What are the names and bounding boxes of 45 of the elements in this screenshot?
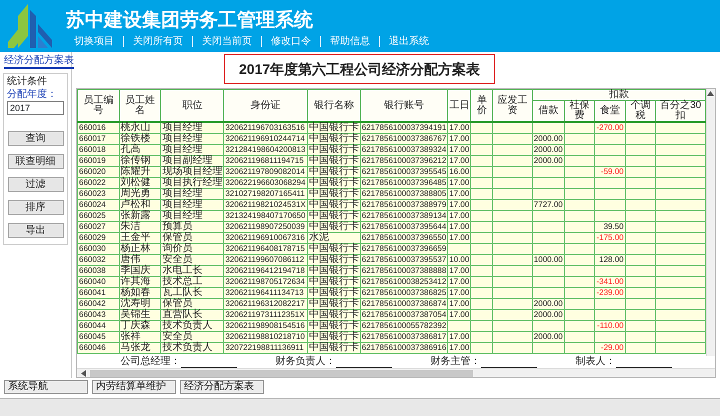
signature-label: 财务主管：	[430, 356, 480, 368]
filter-group-title: 统计条件	[7, 76, 48, 87]
column-header: 银行名称	[307, 90, 360, 122]
filter-button[interactable]: 过滤	[8, 177, 64, 192]
year-label: 分配年度：	[7, 89, 58, 101]
signature-label: 公司总经理：	[120, 356, 180, 368]
column-header: 社保费	[564, 100, 595, 122]
year-input-field[interactable]: 2017	[7, 101, 64, 115]
column-header: 个调税	[625, 100, 656, 122]
window-tab[interactable]: 系统导航	[4, 380, 88, 394]
table-cell: 660046	[78, 342, 119, 354]
filter-button[interactable]: 查询	[8, 131, 64, 146]
table-cell: 马张龙	[119, 342, 161, 354]
signature-label: 制表人：	[576, 356, 616, 368]
table-cell: 17.00	[448, 342, 471, 354]
window-tab[interactable]: 内劳结算单维护	[92, 380, 176, 394]
report-title: 2017年度第六工程公司经济分配方案表	[224, 54, 496, 84]
scroll-up-icon[interactable]	[707, 91, 714, 96]
column-group-header: 扣款	[532, 90, 706, 100]
column-header: 员工编号	[78, 90, 119, 122]
scroll-left-icon[interactable]	[81, 370, 86, 376]
column-header: 职位	[160, 90, 224, 122]
column-header: 身份证	[224, 90, 308, 122]
column-header: 银行账号	[360, 90, 448, 122]
column-header: 应发工资	[492, 90, 532, 122]
table-cell: 320722198811136911	[224, 342, 308, 354]
column-header: 借款	[532, 100, 564, 122]
filter-button[interactable]: 排序	[8, 200, 64, 215]
table-cell: 6217856100037386916	[360, 342, 448, 354]
column-header: 工日	[448, 90, 471, 122]
table-cell: 中国银行卡	[307, 342, 360, 354]
column-header: 单价	[470, 90, 493, 122]
column-header: 员工姓名	[119, 90, 161, 122]
table-cell: -29.00	[594, 342, 626, 354]
page-tab[interactable]: 经济分配方案表	[4, 55, 74, 69]
column-header: 食堂	[594, 100, 626, 122]
filter-button[interactable]: 联查明细	[8, 154, 64, 169]
filter-button[interactable]: 导出	[8, 223, 64, 238]
signature-label: 财务负责人：	[276, 356, 336, 368]
column-header: 百分之30扣	[656, 100, 706, 122]
window-tab[interactable]: 经济分配方案表	[180, 380, 264, 394]
horizontal-scrollbar[interactable]	[77, 368, 715, 377]
table-cell: 技术负责人	[160, 342, 224, 354]
app-title: 苏中建设集团劳务工管理系统	[66, 10, 314, 32]
vertical-scrollbar[interactable]	[706, 89, 715, 356]
